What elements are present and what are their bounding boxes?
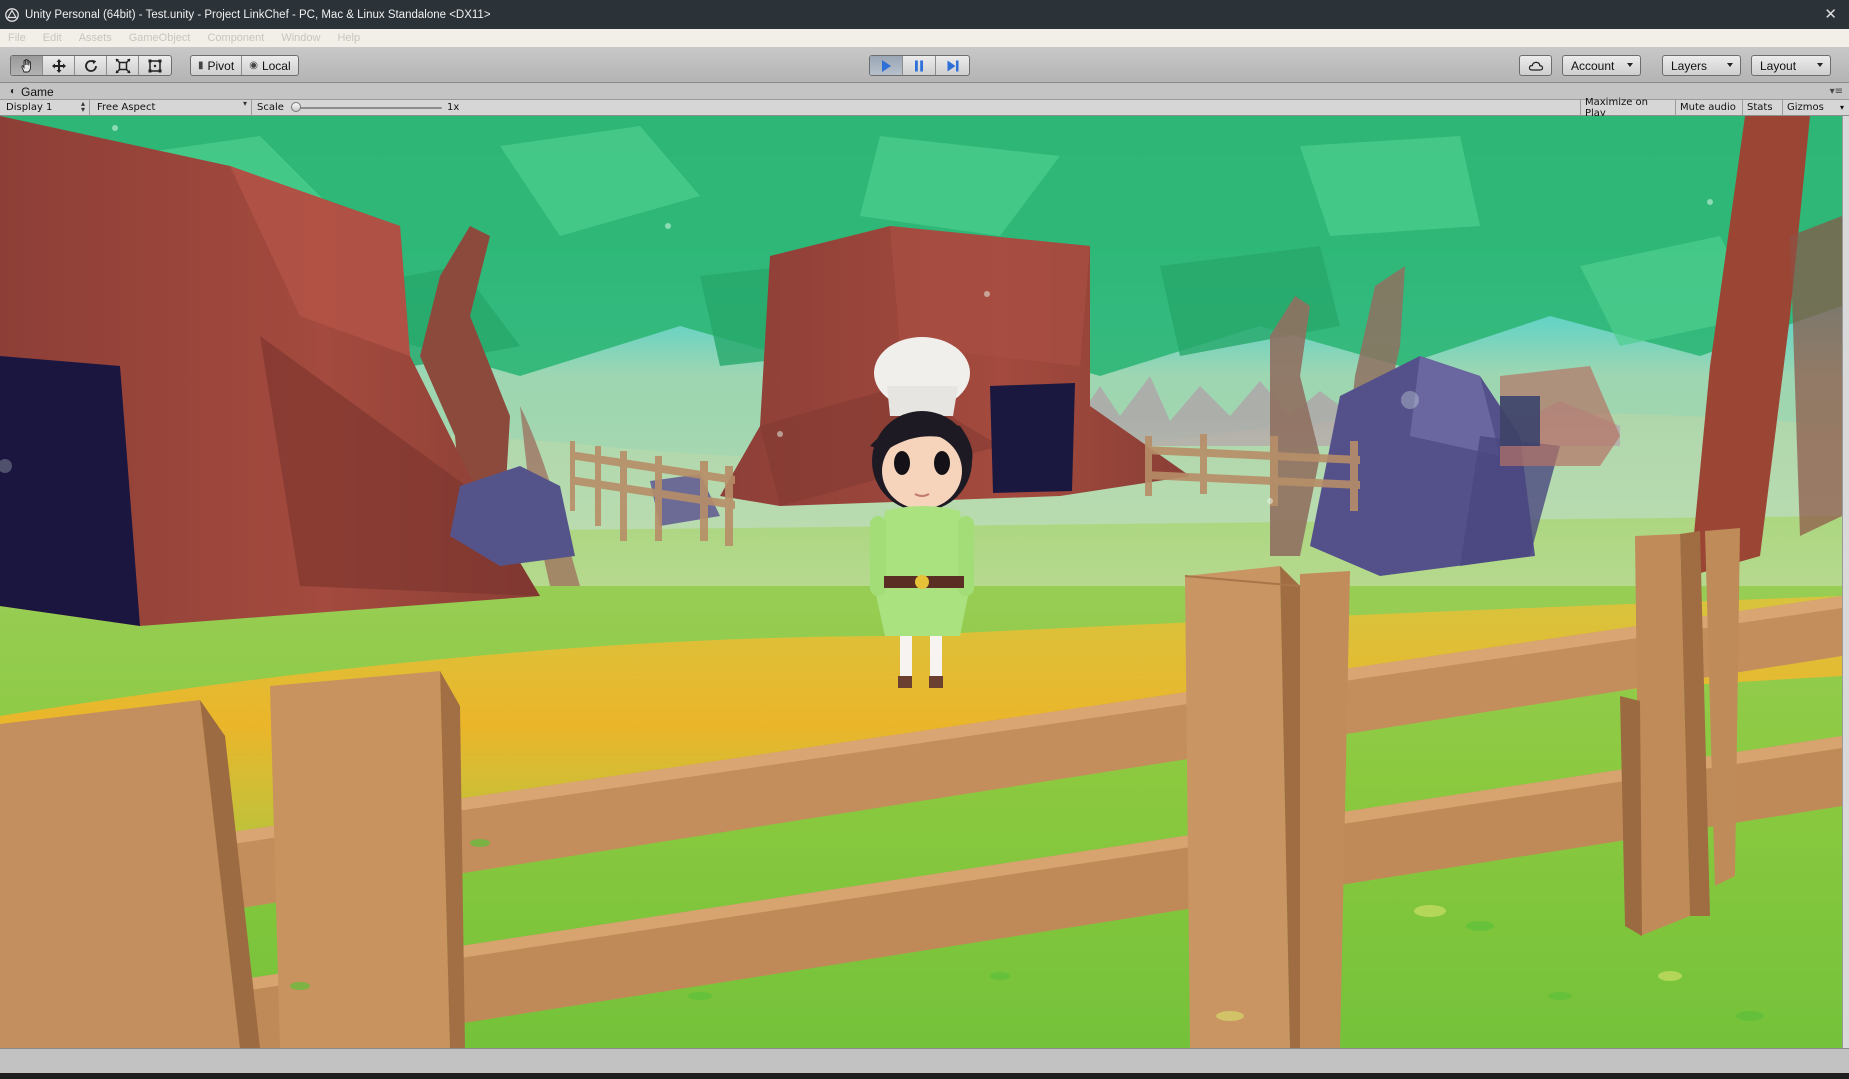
chevron-down-icon: ▾ bbox=[242, 99, 247, 108]
unity-logo-icon bbox=[5, 7, 19, 22]
rect-icon bbox=[148, 59, 162, 72]
local-toggle[interactable]: ◉ Local bbox=[242, 56, 297, 75]
chevron-down-icon bbox=[1627, 63, 1633, 67]
close-window-button[interactable]: ✕ bbox=[1824, 5, 1837, 23]
menu-help[interactable]: Help bbox=[337, 32, 360, 44]
game-viewport[interactable] bbox=[0, 116, 1842, 1048]
chevron-down-icon: ▾ bbox=[1839, 103, 1844, 112]
menu-gameobject[interactable]: GameObject bbox=[129, 32, 191, 44]
mute-label: Mute audio bbox=[1680, 102, 1736, 113]
unity-editor-window: Unity Personal (64bit) - Test.unity - Pr… bbox=[0, 0, 1849, 1079]
menu-component[interactable]: Component bbox=[207, 32, 264, 44]
hand-tool-button[interactable] bbox=[11, 56, 43, 75]
aspect-dropdown[interactable]: Free Aspect ▾ bbox=[91, 100, 252, 115]
account-dropdown[interactable]: Account bbox=[1562, 55, 1641, 76]
scale-slider-thumb[interactable] bbox=[291, 102, 301, 112]
playback-controls bbox=[869, 55, 970, 76]
window-title: Unity Personal (64bit) - Test.unity - Pr… bbox=[25, 8, 491, 21]
tab-game-label: Game bbox=[21, 84, 54, 99]
gizmos-label: Gizmos bbox=[1787, 102, 1824, 113]
local-label: Local bbox=[261, 58, 291, 73]
layout-dropdown[interactable]: Layout bbox=[1751, 55, 1831, 76]
rotate-tool-button[interactable] bbox=[75, 56, 107, 75]
updown-arrows-icon: ▴ ▾ bbox=[80, 99, 85, 114]
hand-icon bbox=[20, 58, 31, 72]
game-tab-bar: ◐ Game ▾≡ bbox=[0, 83, 1849, 100]
layers-dropdown[interactable]: Layers bbox=[1662, 55, 1741, 76]
move-tool-button[interactable] bbox=[43, 56, 75, 75]
scale-slider-track[interactable] bbox=[292, 107, 442, 109]
scale-value: 1x bbox=[447, 102, 460, 113]
play-icon bbox=[882, 59, 891, 72]
display-dropdown[interactable]: Display 1 ▴ ▾ bbox=[0, 100, 90, 115]
pivot-label: Pivot bbox=[207, 58, 235, 73]
rect-tool-button[interactable] bbox=[139, 56, 171, 75]
menu-file[interactable]: File bbox=[8, 32, 26, 44]
chevron-down-icon bbox=[1727, 63, 1733, 67]
play-button[interactable] bbox=[870, 56, 903, 75]
status-bar bbox=[0, 1048, 1849, 1073]
pause-icon bbox=[915, 60, 923, 71]
mute-audio-toggle[interactable]: Mute audio bbox=[1675, 100, 1742, 115]
collab-cloud-button[interactable] bbox=[1519, 55, 1552, 76]
step-icon bbox=[947, 60, 958, 71]
scale-label: Scale bbox=[257, 102, 284, 113]
game-scene bbox=[0, 116, 1842, 1048]
tab-menu-icon[interactable]: ▾≡ bbox=[1830, 86, 1843, 97]
gizmos-dropdown[interactable]: Gizmos ▾ bbox=[1782, 100, 1849, 115]
scale-tool-button[interactable] bbox=[107, 56, 139, 75]
pivot-icon: ▮ bbox=[198, 60, 204, 71]
menu-window[interactable]: Window bbox=[281, 32, 320, 44]
layers-label: Layers bbox=[1671, 58, 1708, 73]
game-view-controls: Display 1 ▴ ▾ Free Aspect ▾ Scale 1x Maxi… bbox=[0, 97, 1849, 119]
title-bar: Unity Personal (64bit) - Test.unity - Pr… bbox=[0, 0, 1849, 29]
menu-bar: File Edit Assets GameObject Component Wi… bbox=[0, 29, 1849, 47]
scale-icon bbox=[114, 57, 131, 74]
step-button[interactable] bbox=[936, 56, 969, 75]
rotate-icon bbox=[84, 59, 97, 72]
pivot-toggle[interactable]: ▮ Pivot bbox=[191, 56, 243, 75]
display-label: Display 1 bbox=[6, 102, 53, 113]
pivot-mode-group: ▮ Pivot ◉ Local bbox=[190, 55, 299, 76]
maximize-on-play-toggle[interactable]: Maximize on Play bbox=[1580, 97, 1675, 119]
stats-label: Stats bbox=[1747, 102, 1773, 113]
chef-character bbox=[870, 337, 974, 688]
main-toolbar: ▮ Pivot ◉ Local Account Layers Layout bbox=[0, 47, 1849, 83]
stats-toggle[interactable]: Stats bbox=[1742, 100, 1782, 115]
chevron-down-icon bbox=[1817, 63, 1823, 67]
globe-icon: ◉ bbox=[249, 60, 258, 71]
cloud-icon bbox=[1528, 61, 1543, 71]
transform-tools bbox=[10, 55, 172, 76]
aspect-label: Free Aspect bbox=[97, 102, 156, 113]
taskbar-edge bbox=[0, 1073, 1849, 1079]
account-label: Account bbox=[1571, 58, 1615, 73]
pacman-game-icon: ◐ bbox=[10, 86, 17, 97]
tab-game[interactable]: ◐ Game bbox=[6, 83, 86, 100]
viewport-edge bbox=[1842, 116, 1849, 1048]
menu-edit[interactable]: Edit bbox=[43, 32, 62, 44]
pause-button[interactable] bbox=[903, 56, 936, 75]
move-icon bbox=[51, 58, 66, 73]
menu-assets[interactable]: Assets bbox=[79, 32, 112, 44]
layout-label: Layout bbox=[1760, 58, 1797, 73]
